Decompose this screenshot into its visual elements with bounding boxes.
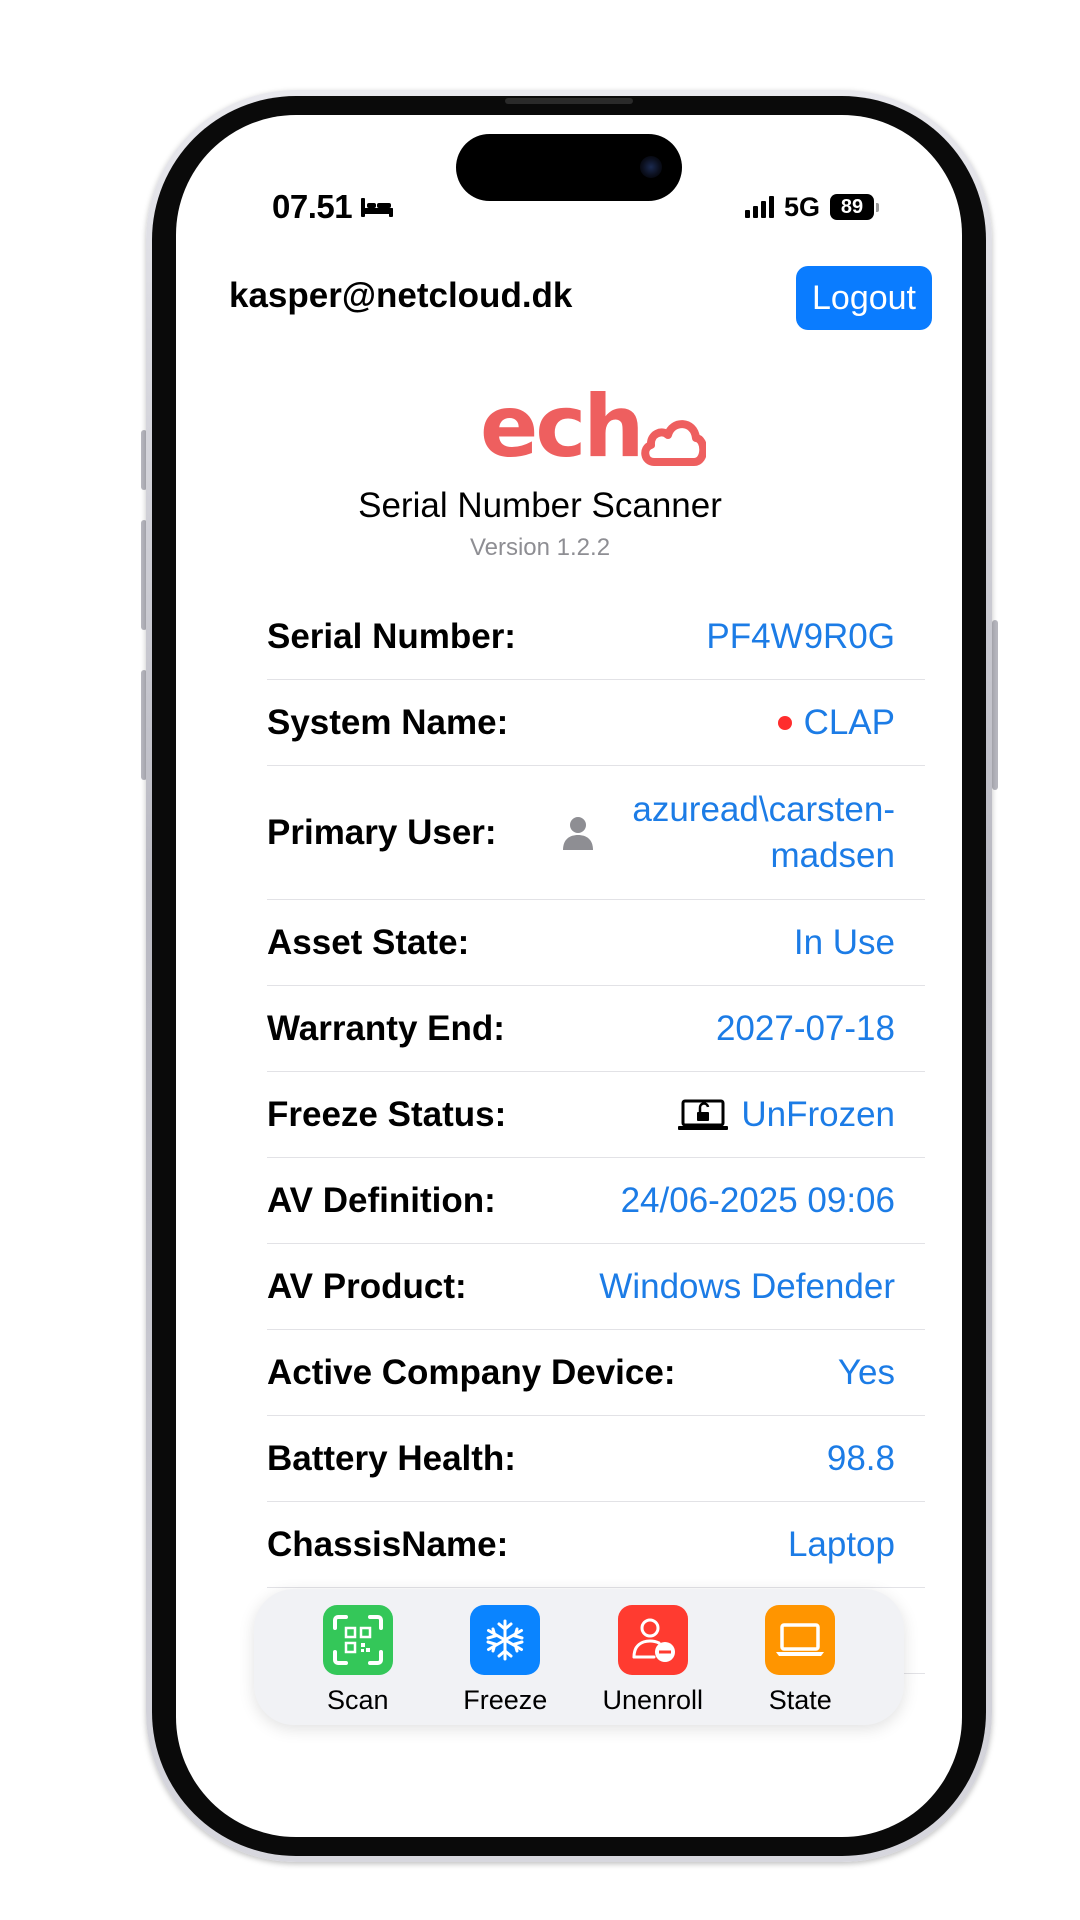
scan-label: Scan [326,1685,389,1715]
detail-label: Asset State: [267,922,470,962]
detail-row-system-name: System Name: CLAP [267,680,925,766]
detail-label: ChassisName: [267,1524,509,1564]
scan-tile [322,1605,393,1675]
snowflake-icon [486,1619,524,1661]
action-toolbar: Scan Freeze Unenroll State [254,1589,904,1725]
signal-strength-icon [745,196,774,218]
detail-row-av-definition: AV Definition: 24/06-2025 09:06 [267,1158,925,1244]
unenroll-label: Unenroll [602,1685,704,1715]
state-button[interactable]: State [735,1589,865,1716]
detail-label: Serial Number: [267,616,516,656]
status-time: 07.51 [272,188,394,226]
detail-value[interactable]: 24/06-2025 09:06 [621,1181,895,1221]
app-title: Serial Number Scanner [358,486,722,525]
state-tile [765,1605,836,1675]
detail-value[interactable]: In Use [794,923,895,963]
earpiece-speaker [505,98,633,104]
detail-label: AV Product: [267,1266,467,1306]
user-email: kasper@netcloud.dk [229,276,573,315]
laptop-unlock-icon [678,1099,729,1130]
detail-label: Active Company Device: [267,1352,676,1392]
app-version: Version 1.2.2 [469,534,611,561]
detail-value[interactable]: PF4W9R0G [706,617,895,657]
detail-value[interactable]: Windows Defender [599,1267,895,1307]
detail-row-primary-user: Primary User: azuread\carsten-madsen [267,766,925,900]
detail-row-freeze-status: Freeze Status: UnFrozen [267,1072,925,1158]
unenroll-tile [617,1605,688,1675]
detail-label: AV Definition: [267,1180,496,1220]
detail-value[interactable]: 2027-07-18 [716,1009,895,1049]
freeze-label: Freeze [463,1685,548,1715]
logo-text: ech [480,377,645,477]
detail-label: Battery Health: [267,1438,516,1478]
status-dot-icon [777,715,792,730]
detail-label: Primary User: [267,812,497,852]
detail-row-battery-health: Battery Health: 98.8 [267,1416,925,1502]
state-label: State [768,1685,832,1715]
scan-button[interactable]: Scan [293,1589,423,1716]
network-type: 5G [784,191,821,222]
battery-icon: 89 [830,194,880,220]
detail-label: Freeze Status: [267,1094,507,1134]
status-time-text: 07.51 [272,188,353,225]
sleep-bed-icon [361,198,394,217]
person-remove-icon [632,1618,675,1662]
detail-value[interactable]: CLAP [777,703,895,743]
echo-logo: ech [480,380,706,470]
person-icon [563,816,593,850]
power-button [992,620,998,790]
detail-value[interactable]: Laptop [788,1525,895,1565]
logout-button[interactable]: Logout [796,266,932,330]
freeze-tile [470,1605,541,1675]
detail-value[interactable]: Yes [838,1353,895,1393]
laptop-icon [776,1623,825,1656]
unenroll-button[interactable]: Unenroll [588,1589,718,1716]
detail-value[interactable]: 98.8 [827,1439,895,1479]
qr-scan-icon [332,1615,383,1665]
battery-level: 89 [830,194,875,220]
freeze-button[interactable]: Freeze [440,1589,570,1716]
detail-label: Warranty End: [267,1008,505,1048]
detail-row-active-company-device: Active Company Device: Yes [267,1330,925,1416]
detail-row-serial-number: Serial Number: PF4W9R0G [267,594,925,680]
detail-value[interactable]: UnFrozen [677,1095,895,1135]
detail-row-chassis-name: ChassisName: Laptop [267,1502,925,1588]
status-indicators: 5G 89 [745,191,880,222]
detail-row-av-product: AV Product: Windows Defender [267,1244,925,1330]
front-camera [640,156,662,178]
detail-row-asset-state: Asset State: In Use [267,900,925,986]
detail-value[interactable]: azuread\carsten-madsen [561,787,895,879]
detail-row-warranty-end: Warranty End: 2027-07-18 [267,986,925,1072]
detail-label: System Name: [267,702,509,742]
cloud-icon [640,420,706,466]
device-details-list: Serial Number: PF4W9R0G System Name: CLA… [267,594,925,1674]
